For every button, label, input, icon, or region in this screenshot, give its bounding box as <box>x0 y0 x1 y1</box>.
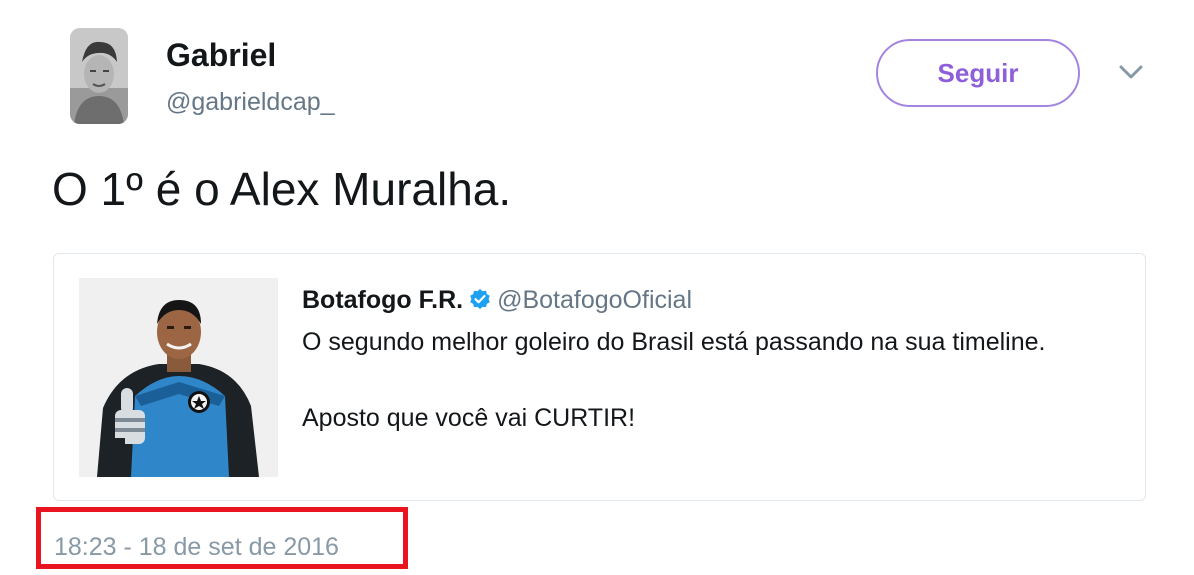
quoted-tweet-header: Botafogo F.R. @BotafogoOficial <box>302 286 692 315</box>
author-avatar[interactable] <box>70 28 128 124</box>
author-handle[interactable]: @gabrieldcap_ <box>166 88 335 117</box>
avatar-photo <box>70 28 128 124</box>
tweet-page: Gabriel @gabrieldcap_ Seguir O 1º é o Al… <box>0 0 1194 575</box>
quoted-tweet-media[interactable] <box>79 278 278 477</box>
tweet-timestamp[interactable]: 18:23 - 18 de set de 2016 <box>54 533 339 562</box>
quoted-tweet-card[interactable]: Botafogo F.R. @BotafogoOficial O segundo… <box>53 253 1146 501</box>
author-display-name[interactable]: Gabriel <box>166 37 276 74</box>
quoted-author-handle[interactable]: @BotafogoOficial <box>497 286 692 314</box>
chevron-down-icon[interactable] <box>1118 63 1144 81</box>
verified-badge-icon <box>469 288 491 310</box>
quoted-author-name[interactable]: Botafogo F.R. <box>302 286 463 314</box>
quoted-tweet-text-line-1: O segundo melhor goleiro do Brasil está … <box>302 328 1046 356</box>
tweet-text: O 1º é o Alex Muralha. <box>52 163 512 215</box>
follow-button[interactable]: Seguir <box>876 39 1080 107</box>
quoted-tweet-text-line-2: Aposto que você vai CURTIR! <box>302 404 636 432</box>
goalkeeper-photo <box>79 278 278 477</box>
